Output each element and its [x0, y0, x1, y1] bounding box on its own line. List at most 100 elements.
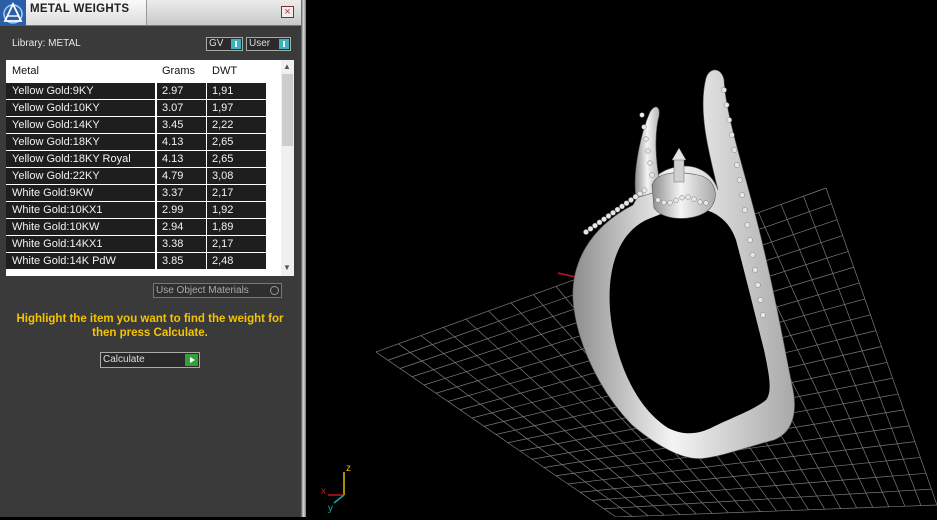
gizmo-y-line	[333, 494, 345, 504]
use-object-materials-toggle[interactable]: Use Object Materials	[153, 283, 282, 298]
gv-toggle[interactable]: GV	[206, 37, 243, 51]
table-row[interactable]: White Gold:14KX1 3.38 2,17	[6, 236, 276, 252]
bead	[637, 190, 643, 197]
cell-dwt: 1,97	[212, 102, 234, 114]
table-scrollbar[interactable]: ▲ ▼	[281, 60, 294, 276]
table-row[interactable]: White Gold:10KX1 2.99 1,92	[6, 202, 276, 218]
title-bar: METAL WEIGHTS ×	[0, 0, 301, 26]
bead	[610, 209, 616, 216]
table-row[interactable]: White Gold:9KW 3.37 2,17	[6, 185, 276, 201]
bead	[667, 200, 673, 206]
bead	[673, 197, 679, 204]
bead	[703, 200, 709, 206]
table-row[interactable]: Yellow Gold:10KY 3.07 1,97	[6, 100, 276, 116]
table-row[interactable]: Yellow Gold:9KY 2.97 1,91	[6, 83, 276, 99]
post-tip	[671, 147, 687, 161]
cell-dwt: 2,17	[212, 238, 234, 250]
bead	[647, 160, 653, 166]
bead	[596, 219, 603, 226]
column-divider	[156, 60, 157, 82]
bead	[605, 213, 612, 219]
bead	[643, 136, 649, 142]
toggle-switch-icon	[231, 39, 241, 49]
cell-dwt: 1,89	[212, 221, 234, 233]
bead	[749, 252, 756, 258]
cell-grams: 2.99	[162, 204, 184, 216]
cell-dwt: 2,17	[212, 187, 234, 199]
scroll-down-icon[interactable]: ▼	[283, 263, 291, 272]
grid-line	[579, 457, 921, 493]
bead	[757, 297, 764, 303]
bead	[691, 196, 697, 202]
bead	[619, 203, 625, 210]
toggle-switch-icon	[279, 39, 289, 49]
bead	[726, 117, 733, 123]
cell-grams: 3.45	[162, 119, 184, 131]
metal-weights-panel: METAL WEIGHTS × Library: METAL GV User M…	[0, 0, 301, 517]
gizmo-x-label: x	[321, 486, 326, 497]
close-button[interactable]: ×	[281, 6, 294, 18]
bead	[697, 199, 703, 205]
table-row[interactable]: Yellow Gold:22KY 4.79 3,08	[6, 168, 276, 184]
grid-line	[615, 504, 937, 518]
ring-model[interactable]	[572, 69, 795, 459]
bead	[639, 112, 645, 118]
scroll-thumb[interactable]	[282, 74, 293, 146]
radio-icon	[270, 286, 279, 295]
bead	[623, 200, 630, 206]
cell-metal: Yellow Gold:14KY	[12, 119, 100, 131]
column-header-grams[interactable]: Grams	[162, 60, 195, 82]
bead	[747, 237, 753, 243]
bead	[632, 193, 639, 200]
bead	[628, 197, 634, 203]
bead	[655, 197, 661, 203]
cell-grams: 2.97	[162, 85, 184, 97]
panel-title: METAL WEIGHTS	[30, 3, 130, 15]
bead	[583, 229, 589, 235]
bead	[614, 206, 621, 213]
bead	[723, 102, 730, 108]
metal-table[interactable]: Metal Grams DWT Yellow Gold:9KY 2.97 1,91 Y…	[6, 60, 294, 276]
bead	[734, 162, 740, 168]
bead	[754, 282, 761, 288]
cell-grams: 4.13	[162, 153, 184, 165]
calculate-button[interactable]: Calculate	[100, 352, 200, 368]
bead	[736, 177, 743, 183]
scroll-up-icon[interactable]: ▲	[283, 62, 291, 71]
cell-grams: 3.07	[162, 102, 184, 114]
column-divider	[266, 60, 267, 82]
cell-dwt: 1,91	[212, 85, 234, 97]
cell-grams: 4.79	[162, 170, 184, 182]
cell-metal: White Gold:9KW	[12, 187, 94, 199]
cell-dwt: 2,65	[212, 136, 234, 148]
cell-dwt: 1,92	[212, 204, 234, 216]
cell-metal: White Gold:14K PdW	[12, 255, 116, 267]
table-row[interactable]: Yellow Gold:18KY 4.13 2,65	[6, 134, 276, 150]
table-row[interactable]: White Gold:14K PdW 3.85 2,48	[6, 253, 276, 269]
bead	[601, 216, 607, 222]
column-header-dwt[interactable]: DWT	[212, 60, 237, 82]
bead	[741, 207, 748, 213]
axis-gizmo: z x y	[321, 463, 351, 514]
cell-metal: White Gold:10KX1	[12, 204, 103, 216]
gizmo-y-label: y	[328, 503, 333, 514]
cell-dwt: 2,22	[212, 119, 234, 131]
cell-grams: 4.13	[162, 136, 184, 148]
user-toggle[interactable]: User	[246, 37, 291, 51]
table-row[interactable]: Yellow Gold:14KY 3.45 2,22	[6, 117, 276, 133]
cell-grams: 3.38	[162, 238, 184, 250]
grid-line	[825, 187, 937, 506]
bead	[685, 194, 691, 200]
3d-viewport[interactable]: z x y	[306, 0, 937, 518]
cell-dwt: 3,08	[212, 170, 234, 182]
cell-dwt: 2,65	[212, 153, 234, 165]
center-post	[673, 157, 685, 183]
table-row[interactable]: Yellow Gold:18KY Royal 4.13 2,65	[6, 151, 276, 167]
table-row[interactable]: White Gold:10KW 2.94 1,89	[6, 219, 276, 235]
bead	[731, 147, 738, 153]
app-logo-icon	[0, 0, 26, 26]
gizmo-z-label: z	[346, 463, 351, 474]
viewport-canvas[interactable]: z x y	[306, 0, 937, 518]
column-header-metal[interactable]: Metal	[12, 60, 39, 82]
bead	[760, 312, 766, 318]
